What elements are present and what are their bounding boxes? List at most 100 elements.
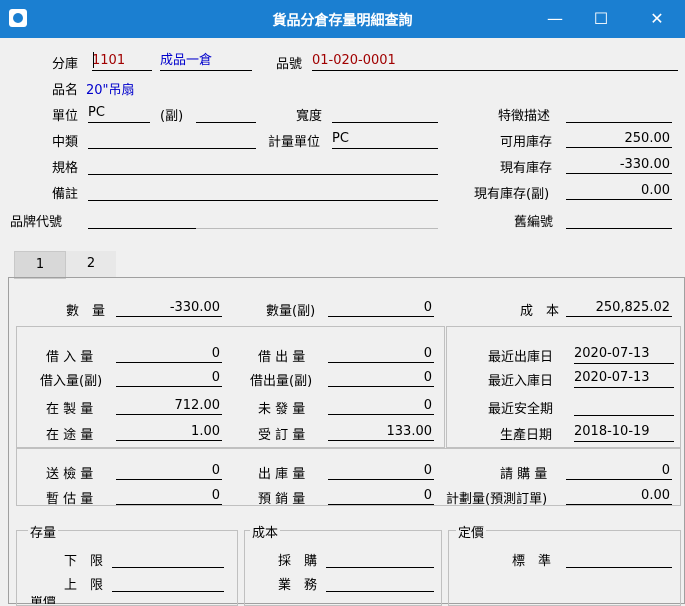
- borrow-out-field[interactable]: 0: [328, 345, 434, 363]
- cost-group-title: 成本: [250, 522, 281, 541]
- meas-unit-field[interactable]: PC: [332, 130, 438, 149]
- item-no-label: 品號: [276, 57, 303, 72]
- cost-label: 成 本: [520, 304, 560, 319]
- wip-label: 在 製 量: [46, 402, 94, 417]
- temp-label: 暫 估 量: [46, 492, 94, 507]
- item-name-value: 20"吊扇: [86, 83, 135, 98]
- minimize-button[interactable]: —: [532, 0, 578, 38]
- width-field[interactable]: [332, 104, 438, 123]
- borrow-out-sub-field[interactable]: 0: [328, 369, 434, 387]
- unshipped-field[interactable]: 0: [328, 397, 434, 415]
- wip-field[interactable]: 712.00: [116, 397, 222, 415]
- qty-sub-label: 數量(副): [266, 304, 316, 319]
- item-no-field[interactable]: 01-020-0001: [312, 52, 678, 71]
- meas-unit-label: 計量單位: [268, 135, 321, 150]
- ordered-field[interactable]: 133.00: [328, 423, 434, 441]
- transit-field[interactable]: 1.00: [116, 423, 222, 441]
- out-label: 出 庫 量: [258, 467, 306, 482]
- old-no-field[interactable]: [566, 210, 672, 229]
- spec-field[interactable]: [88, 156, 438, 175]
- temp-field[interactable]: 0: [116, 487, 222, 505]
- last-out-field[interactable]: 2020-07-13: [574, 345, 674, 364]
- warehouse-label: 分庫: [52, 57, 79, 72]
- last-out-label: 最近出庫日: [488, 350, 554, 365]
- item-name-label: 品名: [52, 83, 79, 98]
- business-cost-label: 業 務: [278, 578, 318, 593]
- plan-label: 計劃量(預測訂單): [446, 492, 548, 507]
- borrow-out-sub-label: 借出量(副): [250, 374, 313, 389]
- transit-label: 在 途 量: [46, 428, 94, 443]
- qty-label: 數 量: [66, 304, 106, 319]
- prod-date-field[interactable]: 2018-10-19: [574, 423, 674, 442]
- stock-group-title: 存量: [28, 522, 59, 541]
- feature-label: 特徵描述: [498, 109, 551, 124]
- midclass-field[interactable]: [88, 130, 256, 149]
- title-bar: 貨品分倉存量明細查詢 — ☐ ✕: [0, 0, 685, 38]
- standard-price-label: 標 準: [512, 554, 552, 569]
- available-stock-field[interactable]: 250.00: [566, 130, 672, 148]
- upper-limit-field[interactable]: [112, 573, 224, 592]
- last-in-field[interactable]: 2020-07-13: [574, 369, 674, 388]
- business-cost-field[interactable]: [326, 573, 434, 592]
- out-field[interactable]: 0: [328, 462, 434, 480]
- last-in-label: 最近入庫日: [488, 374, 554, 389]
- tab-2[interactable]: 2: [66, 251, 116, 277]
- close-button[interactable]: ✕: [634, 0, 680, 38]
- unit-field[interactable]: PC: [88, 104, 150, 123]
- presale-label: 預 銷 量: [258, 492, 306, 507]
- available-stock-label: 可用庫存: [500, 135, 553, 150]
- ordered-label: 受 訂 量: [258, 428, 306, 443]
- borrow-in-label: 借 入 量: [46, 350, 94, 365]
- prod-date-label: 生產日期: [500, 428, 553, 443]
- old-no-label: 舊編號: [514, 215, 554, 230]
- current-stock-sub-label: 現有庫存(副): [474, 187, 550, 202]
- current-stock-sub-field[interactable]: 0.00: [566, 182, 672, 200]
- tab-1[interactable]: 1: [14, 251, 66, 279]
- width-label: 寬度: [296, 109, 323, 124]
- text-cursor: [93, 52, 94, 68]
- upper-limit-label: 上 限: [64, 578, 104, 593]
- note-field[interactable]: [88, 182, 438, 201]
- midclass-label: 中類: [52, 135, 79, 150]
- brand-field[interactable]: [88, 210, 196, 229]
- brand-name-field: [196, 210, 438, 229]
- purchase-req-field[interactable]: 0: [566, 462, 672, 480]
- standard-price-field[interactable]: [566, 549, 672, 568]
- cut-off-label: 單價: [30, 596, 57, 604]
- unshipped-label: 未 發 量: [258, 402, 306, 417]
- borrow-in-field[interactable]: 0: [116, 345, 222, 363]
- borrow-out-label: 借 出 量: [258, 350, 306, 365]
- safety-label: 最近安全期: [488, 402, 554, 417]
- group-box-cost: [244, 530, 442, 606]
- qty-sub-field[interactable]: 0: [328, 299, 434, 317]
- warehouse-name-field: 成品一倉: [160, 52, 252, 71]
- lower-limit-field[interactable]: [112, 549, 224, 568]
- group-box-price: [448, 530, 681, 606]
- qty-field[interactable]: -330.00: [116, 299, 222, 317]
- current-stock-field[interactable]: -330.00: [566, 156, 672, 174]
- borrow-in-sub-label: 借入量(副): [40, 374, 103, 389]
- brand-label: 品牌代號: [10, 215, 63, 230]
- unit-sub-field[interactable]: [196, 104, 256, 123]
- borrow-in-sub-field[interactable]: 0: [116, 369, 222, 387]
- inspect-field[interactable]: 0: [116, 462, 222, 480]
- unit-label: 單位: [52, 109, 79, 124]
- cost-field[interactable]: 250,825.02: [566, 299, 672, 317]
- inspect-label: 送 檢 量: [46, 467, 94, 482]
- purchase-cost-label: 採 購: [278, 554, 318, 569]
- unit-sub-label: (副): [160, 109, 184, 124]
- plan-field[interactable]: 0.00: [566, 487, 672, 505]
- group-box-stock: [16, 530, 238, 606]
- safety-field[interactable]: [574, 397, 674, 416]
- feature-field[interactable]: [566, 104, 672, 123]
- presale-field[interactable]: 0: [328, 487, 434, 505]
- lower-limit-label: 下 限: [64, 554, 104, 569]
- price-group-title: 定價: [456, 522, 487, 541]
- maximize-button[interactable]: ☐: [578, 0, 624, 38]
- purchase-req-label: 請 購 量: [500, 467, 548, 482]
- spec-label: 規格: [52, 161, 79, 176]
- current-stock-label: 現有庫存: [500, 161, 553, 176]
- purchase-cost-field[interactable]: [326, 549, 434, 568]
- warehouse-code-field[interactable]: 1101: [92, 52, 152, 71]
- note-label: 備註: [52, 187, 79, 202]
